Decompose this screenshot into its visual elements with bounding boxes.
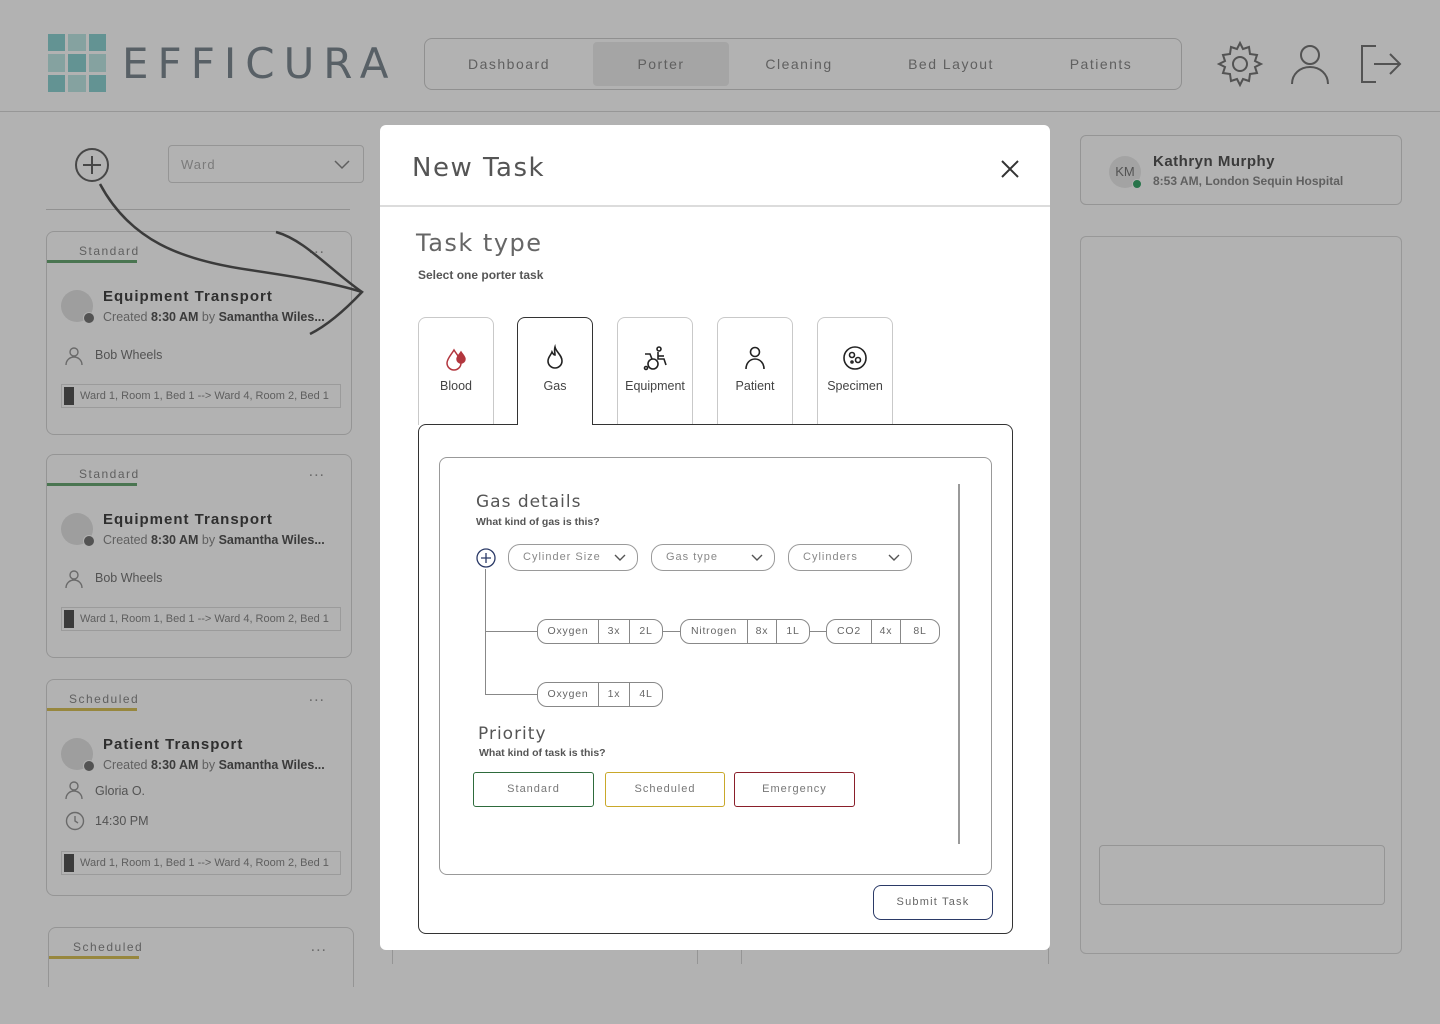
priority-standard-button[interactable]: Standard (473, 772, 594, 807)
blood-drop-icon (446, 348, 466, 371)
priority-scheduled-button[interactable]: Scheduled (605, 772, 725, 807)
gas-type-select[interactable]: Gas type (651, 544, 775, 571)
add-gas-icon[interactable] (476, 548, 496, 568)
close-icon[interactable] (996, 155, 1024, 183)
priority-emergency-button[interactable]: Emergency (734, 772, 855, 807)
tree-line (485, 694, 537, 695)
tab-blood[interactable]: Blood (418, 317, 494, 425)
gas-entry-chip[interactable]: Oxygen 3x 2L (537, 619, 663, 644)
tree-line (485, 569, 486, 695)
chevron-down-icon (614, 554, 626, 561)
specimen-icon (843, 346, 867, 370)
tree-line (485, 631, 537, 632)
gas-details-title: Gas details (476, 492, 582, 512)
chevron-down-icon (751, 554, 763, 561)
flame-icon (547, 344, 563, 369)
chevron-down-icon (888, 554, 900, 561)
modal-divider (380, 205, 1050, 207)
person-icon (745, 346, 765, 370)
gas-details-section: Gas details What kind of gas is this? Cy… (439, 457, 992, 875)
tree-line (808, 631, 826, 632)
tab-label: Patient (735, 379, 775, 393)
gas-entry-chip[interactable]: CO2 4x 8L (826, 619, 940, 644)
section-subtitle: Select one porter task (418, 268, 544, 282)
scrollbar[interactable] (958, 484, 960, 844)
cylinders-select[interactable]: Cylinders (788, 544, 912, 571)
modal-title: New Task (412, 153, 546, 183)
cylinder-size-select[interactable]: Cylinder Size (508, 544, 638, 571)
gas-entry-chip[interactable]: Nitrogen 8x 1L (680, 619, 810, 644)
priority-subtitle: What kind of task is this? (479, 747, 606, 759)
new-task-modal: New Task Task type Select one porter tas… (380, 125, 1050, 950)
tab-patient[interactable]: Patient (717, 317, 793, 425)
wheelchair-icon (643, 346, 667, 371)
tab-gas[interactable]: Gas (517, 317, 593, 425)
tab-panel-gas: Gas details What kind of gas is this? Cy… (418, 424, 1013, 934)
tree-line (662, 631, 680, 632)
tab-label: Specimen (827, 379, 883, 393)
section-title: Task type (416, 229, 543, 257)
gas-entry-chip[interactable]: Oxygen 1x 4L (537, 682, 663, 707)
tab-label: Equipment (625, 379, 685, 393)
priority-title: Priority (478, 724, 547, 744)
tab-equipment[interactable]: Equipment (617, 317, 693, 425)
submit-task-button[interactable]: Submit Task (873, 885, 993, 920)
tab-label: Blood (440, 379, 472, 393)
gas-details-subtitle: What kind of gas is this? (476, 516, 600, 528)
tab-specimen[interactable]: Specimen (817, 317, 893, 425)
tab-label: Gas (543, 379, 567, 393)
